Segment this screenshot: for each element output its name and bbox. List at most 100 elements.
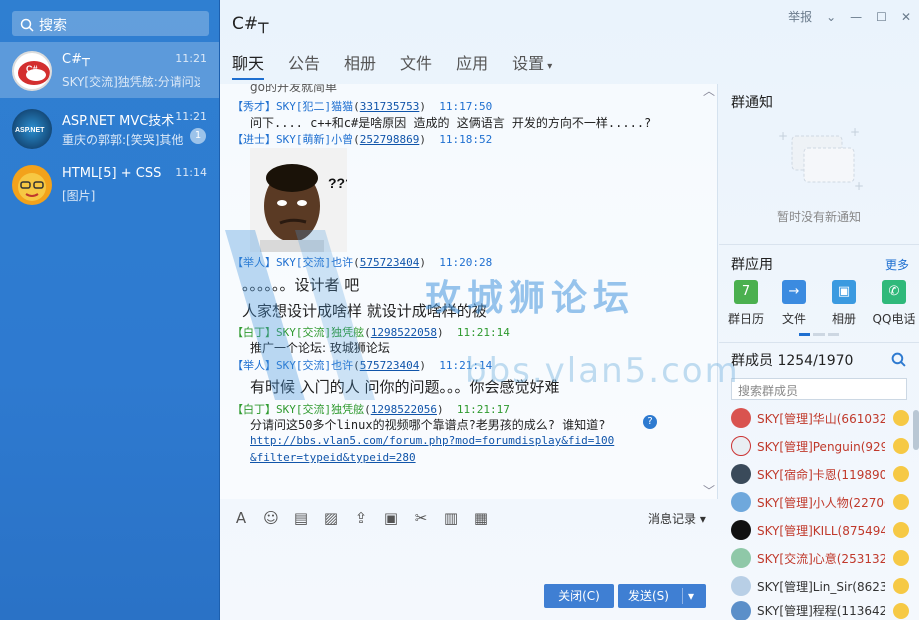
album-icon: ▣ bbox=[832, 280, 856, 304]
scissors-icon[interactable]: ✂ bbox=[410, 509, 432, 527]
send-options-icon[interactable]: ▾ bbox=[688, 584, 694, 608]
session-item-html[interactable]: HTML[5] + CSS 11:14 [图片] bbox=[0, 156, 219, 212]
tab-chat[interactable]: 聊天 bbox=[220, 50, 276, 80]
qq-link[interactable]: 1298522058 bbox=[371, 326, 437, 339]
tab-bar: 聊天 公告 相册 文件 应用 设置 ▾ bbox=[220, 50, 564, 80]
search-icon[interactable] bbox=[891, 352, 906, 367]
app-album[interactable]: ▣ 相册 bbox=[821, 280, 867, 327]
gif-icon[interactable]: ▤ bbox=[290, 509, 312, 527]
screenshot-icon[interactable]: ▦ bbox=[470, 509, 492, 527]
member-item[interactable]: SKY[管理]Penguin(92970 bbox=[731, 433, 909, 459]
upload-icon[interactable]: ⇪ bbox=[350, 509, 372, 527]
window-controls: 举报 ⌄ — ☐ ✕ bbox=[788, 8, 911, 25]
chat-bubbles-icon: + + + bbox=[778, 126, 864, 193]
member-item[interactable]: SKY[宿命]卡恩(1198904 bbox=[731, 461, 909, 487]
send-button[interactable]: 发送(S) ▾ bbox=[618, 584, 706, 608]
archive-icon[interactable]: ▥ bbox=[440, 509, 462, 527]
input-toolbar: A ☺ ▤ ▨ ⇪ ▣ ✂ ▥ ▦ bbox=[220, 500, 718, 536]
qq-link[interactable]: 252798869 bbox=[360, 133, 420, 146]
svg-text:C#: C# bbox=[26, 64, 38, 74]
qq-link[interactable]: 575723404 bbox=[360, 359, 420, 372]
member-item[interactable]: SKY[交流]心意(2531321 bbox=[731, 545, 909, 571]
font-icon[interactable]: A bbox=[230, 509, 252, 527]
minimize-icon[interactable]: — bbox=[850, 10, 862, 24]
phone-icon: ✆ bbox=[882, 280, 906, 304]
tab-announcement[interactable]: 公告 bbox=[276, 50, 332, 80]
member-item[interactable]: SKY[管理]小人物(22700 bbox=[731, 489, 909, 515]
member-level-icon bbox=[893, 578, 909, 594]
qq-link[interactable]: 331735753 bbox=[360, 100, 420, 113]
message-header: 【白丁】SKY[交流]独凭舷(1298522056) 11:21:17 bbox=[232, 403, 510, 416]
message-header: 【白丁】SKY[交流]独凭舷(1298522058) 11:21:14 bbox=[232, 326, 510, 339]
search-box[interactable]: 搜索 bbox=[12, 11, 209, 36]
help-icon[interactable]: ? bbox=[643, 415, 657, 429]
group-avatar bbox=[12, 165, 52, 205]
session-name: ASP.NET MVC技术 bbox=[62, 114, 175, 129]
message-body: 人家想设计成啥样 就设计成啥样的被 bbox=[242, 302, 487, 320]
message-body: 问下.... c++和c#是啥原因 造成的 这俩语言 开发的方向不一样.....… bbox=[250, 116, 652, 130]
qq-link[interactable]: 575723404 bbox=[360, 256, 420, 269]
session-name: C#┬ bbox=[62, 52, 90, 67]
member-list-scrollbar[interactable] bbox=[913, 410, 919, 450]
message-body: 。。。。。。设计者 吧 bbox=[242, 276, 360, 294]
avatar bbox=[731, 548, 751, 568]
report-link[interactable]: 举报 bbox=[788, 8, 812, 25]
member-level-icon bbox=[893, 438, 909, 454]
message-body: go的开发就简单 bbox=[250, 84, 337, 94]
message-image[interactable]: ??? bbox=[250, 148, 347, 252]
member-item[interactable]: SKY[管理]Lin_Sir(862357 bbox=[731, 573, 909, 599]
scroll-down-icon[interactable]: ﹀ bbox=[703, 482, 715, 499]
message-header: 【进士】SKY[萌新]小曾(252798869) 11:18:52 bbox=[232, 133, 493, 146]
member-level-icon bbox=[893, 494, 909, 510]
message-input[interactable] bbox=[220, 536, 718, 580]
group-title: C#┬ bbox=[232, 14, 269, 34]
search-icon bbox=[20, 18, 34, 32]
app-qq-call[interactable]: ✆ QQ电话 bbox=[869, 280, 919, 327]
forum-link[interactable]: http://bbs.vlan5.com/forum.php?mod=forum… bbox=[250, 434, 614, 447]
svg-text:ASP.NET: ASP.NET bbox=[15, 127, 45, 134]
message-history-link[interactable]: 消息记录 ▾ bbox=[648, 510, 706, 527]
app-calendar[interactable]: 7 群日历 bbox=[723, 280, 769, 327]
tab-album[interactable]: 相册 bbox=[332, 50, 388, 80]
close-icon[interactable]: ✕ bbox=[901, 10, 911, 24]
image-icon[interactable]: ▨ bbox=[320, 509, 342, 527]
gift-icon[interactable]: ▣ bbox=[380, 509, 402, 527]
member-item[interactable]: SKY[管理]华山(6610327) bbox=[731, 405, 909, 431]
notice-title: 群通知 bbox=[731, 95, 773, 111]
apps-title: 群应用 bbox=[731, 257, 773, 273]
tab-files[interactable]: 文件 bbox=[388, 50, 444, 80]
close-button[interactable]: 关闭(C) bbox=[544, 584, 614, 608]
session-name: HTML[5] + CSS bbox=[62, 166, 162, 181]
app-files[interactable]: → 文件 bbox=[771, 280, 817, 327]
avatar bbox=[731, 520, 751, 540]
session-preview: [图片] bbox=[62, 189, 96, 203]
session-time: 11:21 bbox=[175, 52, 207, 65]
avatar bbox=[731, 436, 751, 456]
member-item[interactable]: SKY[管理]程程(1136429 bbox=[731, 601, 909, 620]
session-time: 11:21 bbox=[175, 110, 207, 123]
member-item[interactable]: SKY[管理]KILL(87549484 bbox=[731, 517, 909, 543]
notice-empty-state: + + + 暂时没有新通知 bbox=[719, 118, 919, 248]
session-item-aspnet[interactable]: ASP.NET ASP.NET MVC技术 11:21 重庆の郭郭:[笑哭]其他… bbox=[0, 100, 219, 156]
member-search-input[interactable]: 搜索群成员 bbox=[731, 378, 907, 400]
session-item-csharp[interactable]: C# C#┬ 11:21 SKY[交流]独凭舷:分请问这 bbox=[0, 42, 219, 98]
tab-apps[interactable]: 应用 bbox=[444, 50, 500, 80]
emoji-icon[interactable]: ☺ bbox=[260, 509, 282, 527]
message-area[interactable]: go的开发就简单 ︿ 【秀才】SKY[犯二]猫猫(331735753) 11:1… bbox=[220, 84, 718, 499]
apps-more-link[interactable]: 更多 bbox=[885, 256, 909, 273]
forum-link[interactable]: &filter=typeid&typeid=280 bbox=[250, 451, 416, 464]
member-level-icon bbox=[893, 466, 909, 482]
scroll-up-icon[interactable]: ︿ bbox=[703, 84, 715, 99]
member-level-icon bbox=[893, 602, 909, 619]
session-preview: 重庆の郭郭:[笑哭]其他 bbox=[62, 133, 184, 147]
session-time: 11:14 bbox=[175, 166, 207, 179]
notice-empty-text: 暂时没有新通知 bbox=[776, 210, 861, 224]
maximize-icon[interactable]: ☐ bbox=[876, 10, 887, 24]
tab-settings[interactable]: 设置 ▾ bbox=[500, 50, 564, 80]
svg-text:+: + bbox=[850, 126, 860, 139]
chevron-down-icon[interactable]: ⌄ bbox=[826, 10, 836, 24]
session-list-panel: 搜索 C# C#┬ 11:21 SKY[交流]独凭舷:分请问这 ASP.NET … bbox=[0, 0, 220, 620]
qq-link[interactable]: 1298522056 bbox=[371, 403, 437, 416]
message-header: 【秀才】SKY[犯二]猫猫(331735753) 11:17:50 bbox=[232, 100, 493, 113]
svg-text:???: ??? bbox=[328, 175, 347, 191]
